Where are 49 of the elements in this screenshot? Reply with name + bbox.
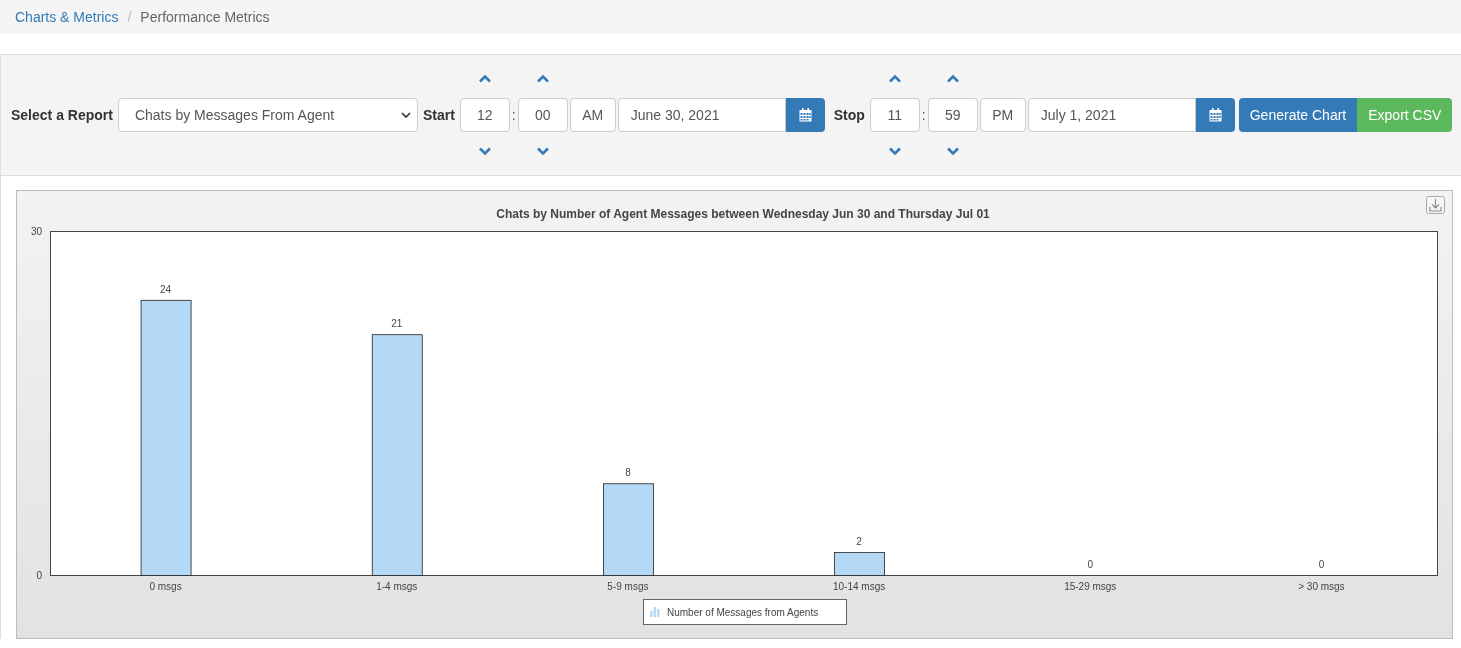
legend-label: Number of Messages from Agents xyxy=(667,607,819,618)
data-label: 8 xyxy=(625,467,631,479)
chevron-down-icon[interactable] xyxy=(887,147,902,156)
data-label: 24 xyxy=(160,283,172,295)
chart-title: Chats by Number of Agent Messages between Wednesday Jun 30 and Thursday Jul 01 xyxy=(496,207,990,221)
data-label: 0 xyxy=(1318,559,1325,570)
minute-field[interactable]: 00 xyxy=(517,98,568,132)
breadcrumb-link[interactable]: Charts & Metrics xyxy=(15,9,119,25)
chevron-up-icon[interactable] xyxy=(945,74,960,83)
y-tick-label: 30 xyxy=(30,226,42,237)
chevron-down-icon[interactable] xyxy=(535,147,550,156)
chevron-up-icon[interactable] xyxy=(477,74,492,83)
breadcrumb-current: Performance Metrics xyxy=(140,9,270,25)
calendar-icon xyxy=(798,108,812,122)
data-label: 0 xyxy=(1087,559,1094,570)
data-label: 21 xyxy=(391,318,403,330)
range-label: Start xyxy=(422,107,455,123)
chevron-down-icon[interactable] xyxy=(477,147,492,156)
caret-icon xyxy=(400,111,411,119)
range-label: Stop xyxy=(833,107,865,123)
y-tick-label: 0 xyxy=(36,570,42,581)
time-separator: : xyxy=(511,107,516,123)
date-field[interactable]: July 1, 2021 xyxy=(1027,98,1196,132)
calendar-button[interactable] xyxy=(785,98,825,132)
hour-field[interactable]: 11 xyxy=(869,98,920,132)
calendar-button[interactable] xyxy=(1195,98,1235,132)
action-button[interactable]: Generate Chart xyxy=(1238,98,1358,132)
meridiem-toggle[interactable]: PM xyxy=(979,98,1026,132)
report-select[interactable]: Chats by Messages From Agent xyxy=(117,98,418,132)
x-axis-label: 1-4 msgs xyxy=(376,581,418,592)
chevron-up-icon[interactable] xyxy=(535,74,550,83)
time-separator: : xyxy=(921,107,926,123)
x-axis-label: 10-14 msgs xyxy=(832,581,886,592)
x-axis-label: 15-29 msgs xyxy=(1064,581,1117,592)
hour-field[interactable]: 12 xyxy=(459,98,510,132)
calendar-icon xyxy=(1208,108,1222,122)
chevron-down-icon[interactable] xyxy=(945,147,960,156)
x-axis-label: 5-9 msgs xyxy=(607,581,649,592)
report-label: Select a Report xyxy=(11,107,113,123)
meridiem-toggle[interactable]: AM xyxy=(569,98,616,132)
date-field[interactable]: June 30, 2021 xyxy=(617,98,786,132)
chevron-up-icon[interactable] xyxy=(887,74,902,83)
download-button[interactable] xyxy=(1426,196,1445,214)
data-label: 2 xyxy=(856,536,862,548)
x-axis-label: > 30 msgs xyxy=(1298,581,1345,592)
minute-field[interactable]: 59 xyxy=(927,98,978,132)
legend: Number of Messages from Agents xyxy=(643,599,847,625)
breadcrumb-separator: / xyxy=(127,9,132,25)
x-axis-label: 0 msgs xyxy=(149,581,182,592)
